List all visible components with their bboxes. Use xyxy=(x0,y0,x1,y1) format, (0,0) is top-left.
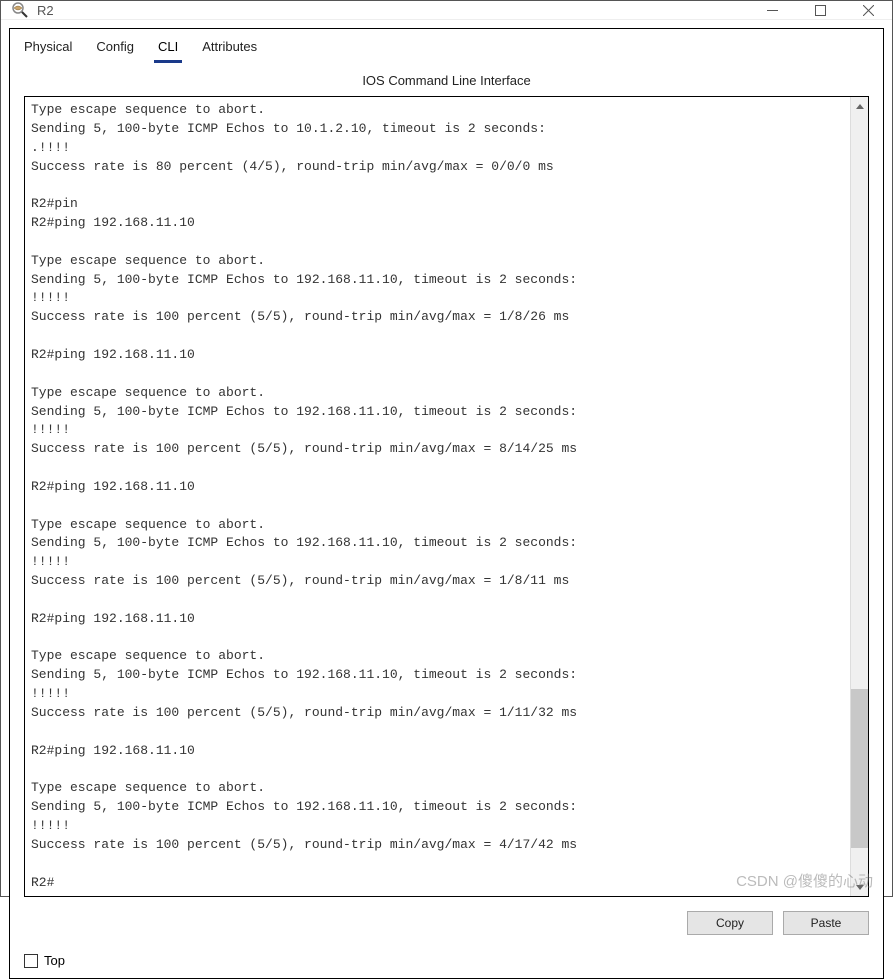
window-title: R2 xyxy=(37,3,748,18)
minimize-button[interactable] xyxy=(748,1,796,19)
cli-title: IOS Command Line Interface xyxy=(10,63,883,96)
tab-cli[interactable]: CLI xyxy=(154,37,182,63)
titlebar: R2 xyxy=(1,1,892,20)
scroll-down-icon[interactable] xyxy=(851,878,868,896)
app-icon xyxy=(11,1,29,19)
copy-button[interactable]: Copy xyxy=(687,911,773,935)
app-window: R2 Physical Config CLI Attributes IOS Co… xyxy=(0,0,893,897)
window-controls xyxy=(748,1,892,19)
maximize-button[interactable] xyxy=(796,1,844,19)
terminal-wrapper: Type escape sequence to abort. Sending 5… xyxy=(24,96,869,897)
scroll-up-icon[interactable] xyxy=(851,97,868,115)
scroll-thumb[interactable] xyxy=(851,689,868,849)
top-checkbox[interactable] xyxy=(24,954,38,968)
tab-physical[interactable]: Physical xyxy=(20,37,76,63)
scrollbar[interactable] xyxy=(850,97,868,896)
top-label: Top xyxy=(44,953,65,968)
tab-attributes[interactable]: Attributes xyxy=(198,37,261,63)
button-row: Copy Paste xyxy=(10,905,883,945)
terminal-output[interactable]: Type escape sequence to abort. Sending 5… xyxy=(25,97,850,896)
close-button[interactable] xyxy=(844,1,892,19)
tab-bar: Physical Config CLI Attributes xyxy=(10,29,883,63)
content-area: Physical Config CLI Attributes IOS Comma… xyxy=(9,28,884,979)
paste-button[interactable]: Paste xyxy=(783,911,869,935)
tab-config[interactable]: Config xyxy=(92,37,138,63)
footer: Top xyxy=(10,945,883,978)
